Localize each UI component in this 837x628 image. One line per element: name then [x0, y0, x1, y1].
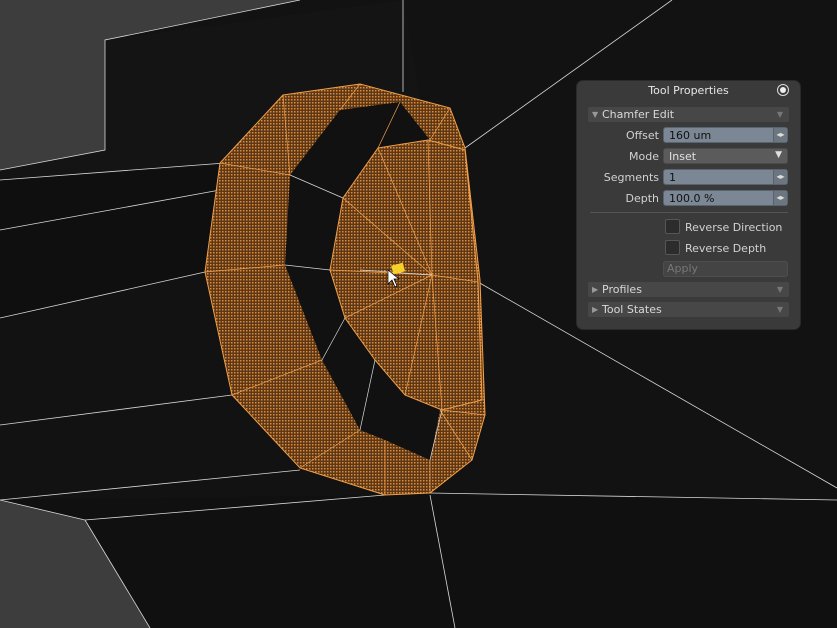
chevron-down-icon: ▼	[775, 150, 782, 160]
depth-field[interactable]: 100.0 % ◂▸	[663, 190, 788, 206]
reverse-depth-label: Reverse Depth	[685, 242, 767, 255]
mode-label: Mode	[629, 150, 659, 163]
divider	[590, 212, 788, 213]
chevron-down-icon: ▼	[776, 110, 783, 119]
segments-field[interactable]: 1 ◂▸	[663, 169, 788, 185]
reverse-direction-label: Reverse Direction	[685, 221, 783, 234]
offset-field[interactable]: 160 um ◂▸	[663, 127, 788, 143]
section-tool-states[interactable]: ▶ Tool States ▼	[588, 302, 789, 317]
mode-row: Mode Inset ▼	[577, 148, 800, 166]
panel-title: Tool Properties	[648, 84, 729, 97]
tool-properties-panel: Tool Properties ▼ Chamfer Edit ▼ Offset …	[577, 81, 800, 329]
reverse-direction-checkbox[interactable]	[665, 219, 680, 234]
selected-chamfer-mesh[interactable]	[204, 83, 486, 496]
chevron-down-icon: ▼	[776, 285, 783, 294]
spin-arrows-icon[interactable]: ◂▸	[773, 128, 787, 142]
offset-value: 160 um	[669, 129, 712, 142]
chevron-down-icon: ▼	[776, 305, 783, 314]
segments-row: Segments 1 ◂▸	[577, 169, 800, 187]
offset-label: Offset	[625, 129, 659, 142]
depth-value: 100.0 %	[669, 192, 715, 205]
spin-arrows-icon[interactable]: ◂▸	[773, 170, 787, 184]
panel-titlebar[interactable]: Tool Properties	[577, 81, 800, 100]
offset-row: Offset 160 um ◂▸	[577, 127, 800, 145]
apply-button[interactable]: Apply	[663, 261, 788, 277]
triangle-right-icon: ▶	[592, 285, 599, 294]
section-profiles[interactable]: ▶ Profiles ▼	[588, 282, 789, 297]
section-chamfer-edit[interactable]: ▼ Chamfer Edit ▼	[588, 107, 789, 122]
spin-arrows-icon[interactable]: ◂▸	[773, 191, 787, 205]
section-profiles-label: Profiles	[602, 283, 642, 296]
mode-value: Inset	[669, 150, 697, 163]
reverse-depth-checkbox[interactable]	[665, 240, 680, 255]
triangle-down-icon: ▼	[592, 110, 599, 119]
triangle-right-icon: ▶	[592, 305, 599, 314]
segments-label: Segments	[603, 171, 659, 184]
depth-label: Depth	[625, 192, 659, 205]
radio-dot-icon[interactable]	[777, 84, 789, 96]
section-tool-states-label: Tool States	[602, 303, 662, 316]
section-chamfer-edit-label: Chamfer Edit	[602, 108, 675, 121]
mode-select[interactable]: Inset ▼	[663, 148, 788, 164]
depth-row: Depth 100.0 % ◂▸	[577, 190, 800, 208]
mesh-face-left	[0, 165, 225, 320]
segments-value: 1	[669, 171, 676, 184]
